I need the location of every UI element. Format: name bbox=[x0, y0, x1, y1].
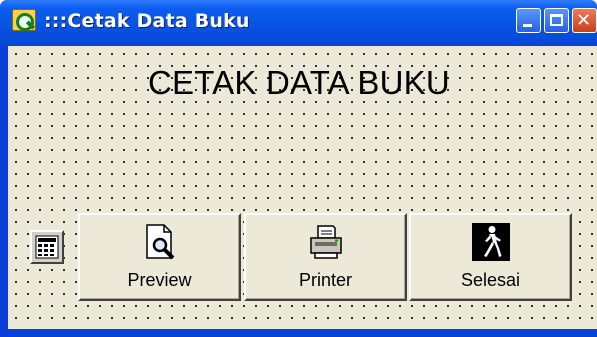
printer-button[interactable]: Printer bbox=[244, 213, 407, 301]
print-preview-icon bbox=[145, 224, 174, 260]
selesai-button[interactable]: Selesai bbox=[409, 213, 572, 301]
title-bar[interactable]: :::Cetak Data Buku ✕ bbox=[0, 0, 597, 46]
window-title: :::Cetak Data Buku bbox=[44, 10, 250, 32]
app-icon[interactable] bbox=[12, 9, 36, 31]
printer-button-label: Printer bbox=[298, 270, 352, 290]
minimize-button[interactable] bbox=[516, 8, 541, 33]
keypad-icon[interactable] bbox=[30, 230, 64, 264]
walking-man-exit-icon bbox=[471, 223, 510, 261]
close-icon: ✕ bbox=[576, 10, 592, 31]
preview-button[interactable]: Preview bbox=[78, 213, 241, 301]
form-heading: CETAK DATA BUKU bbox=[148, 64, 450, 101]
maximize-icon bbox=[550, 14, 563, 26]
printer-icon bbox=[309, 225, 342, 259]
preview-button-label: Preview bbox=[127, 270, 192, 290]
close-button[interactable]: ✕ bbox=[572, 8, 597, 33]
selesai-button-label: Selesai bbox=[460, 270, 521, 290]
minimize-icon bbox=[523, 24, 532, 27]
application-window: :::Cetak Data Buku ✕ CETAK DATA BUKU Pre… bbox=[0, 0, 597, 337]
form-design-area: CETAK DATA BUKU Preview Printer Selesai bbox=[8, 46, 597, 329]
maximize-button[interactable] bbox=[544, 8, 569, 33]
